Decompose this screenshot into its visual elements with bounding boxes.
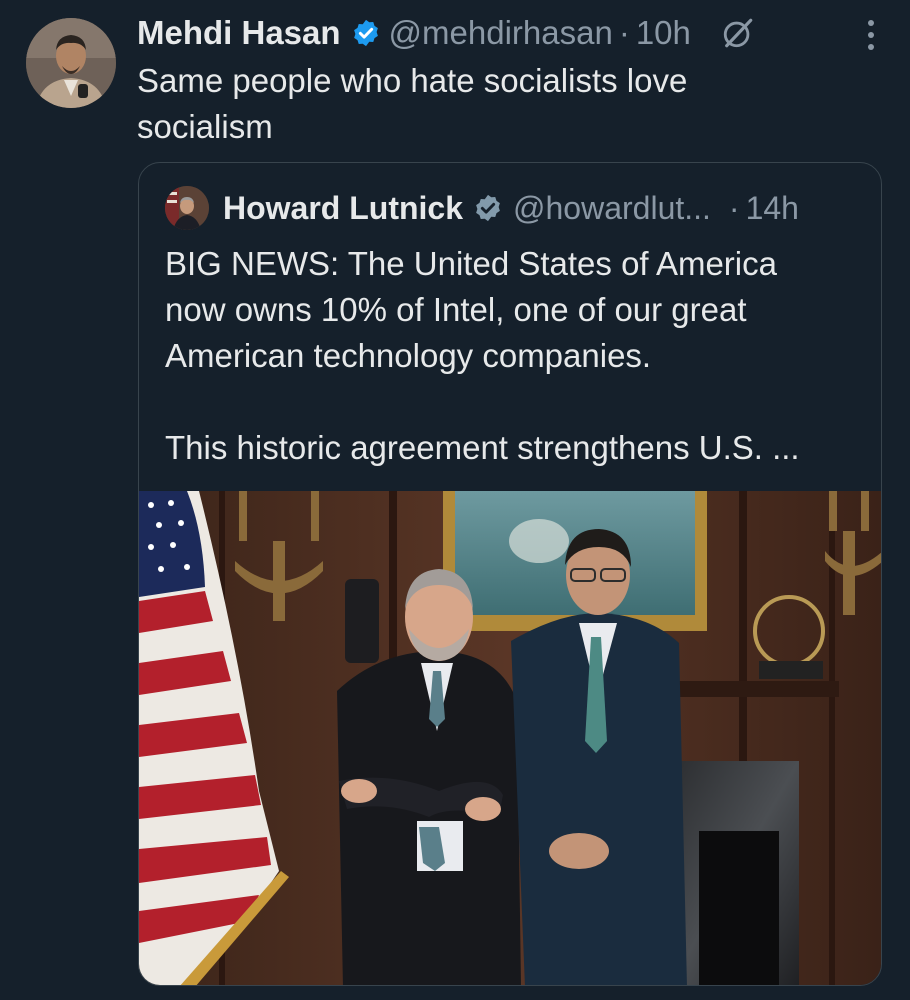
quoted-text-line: This historic agreement strengthens U.S.… bbox=[165, 429, 800, 466]
tweet-text-line: Same people who hate socialists love bbox=[137, 62, 688, 99]
tweet[interactable]: Mehdi Hasan @mehdirhasan · 10h Same peop… bbox=[0, 0, 910, 1000]
timestamp[interactable]: 10h bbox=[636, 14, 691, 52]
quoted-author-name[interactable]: Howard Lutnick bbox=[223, 190, 463, 227]
author-name[interactable]: Mehdi Hasan bbox=[137, 14, 341, 52]
quoted-text-line: BIG NEWS: The United States of America bbox=[165, 245, 777, 282]
grok-icon[interactable] bbox=[721, 16, 755, 50]
verified-badge-grey-icon[interactable] bbox=[473, 193, 503, 223]
quoted-timestamp[interactable]: 14h bbox=[746, 190, 799, 227]
avatar[interactable] bbox=[26, 18, 116, 108]
quoted-author-handle[interactable]: @howardlut... bbox=[513, 190, 711, 227]
verified-badge-icon[interactable] bbox=[351, 18, 381, 48]
more-options-icon[interactable] bbox=[866, 18, 876, 52]
tweet-text-line: socialism bbox=[137, 108, 273, 145]
tweet-header: Mehdi Hasan @mehdirhasan · 10h bbox=[137, 10, 880, 56]
quoted-tweet-photo[interactable] bbox=[139, 491, 881, 985]
tweet-text: Same people who hate socialists love soc… bbox=[137, 58, 837, 150]
quoted-avatar[interactable] bbox=[165, 186, 209, 230]
separator-dot: · bbox=[618, 14, 630, 51]
separator-dot: · bbox=[728, 189, 740, 226]
quoted-text-line: American technology companies. bbox=[165, 337, 652, 374]
quoted-tweet-card[interactable]: Howard Lutnick @howardlut... · 14h BIG N… bbox=[138, 162, 882, 986]
quoted-tweet-header: Howard Lutnick @howardlut... · 14h bbox=[165, 185, 861, 231]
quoted-tweet-text: BIG NEWS: The United States of America n… bbox=[165, 241, 865, 471]
quoted-text-line: now owns 10% of Intel, one of our great bbox=[165, 291, 747, 328]
author-handle[interactable]: @mehdirhasan bbox=[389, 14, 613, 52]
